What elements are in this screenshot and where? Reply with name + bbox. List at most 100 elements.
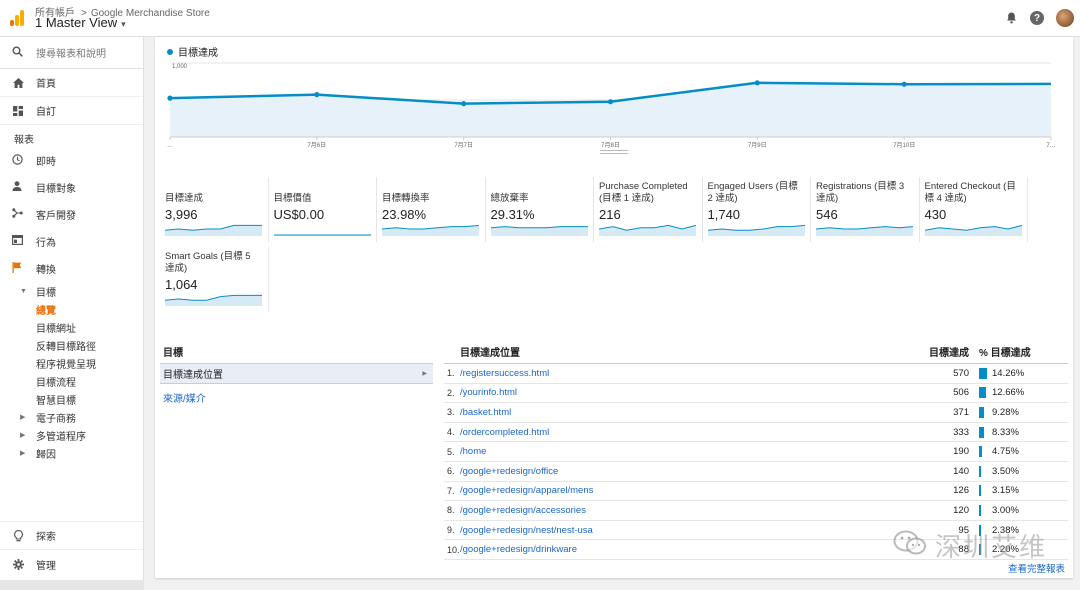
metric-value: 23.98% — [382, 207, 427, 222]
metric-tile[interactable]: 總放棄率 29.31% — [486, 177, 594, 242]
sidebar-goal-flow[interactable]: 目標流程 — [0, 372, 143, 390]
sidebar-item-goals[interactable]: ▼ 目標 — [0, 282, 143, 300]
pct-bar-fill — [979, 504, 981, 516]
sidebar-item-label: 電子商務 — [36, 413, 76, 425]
avatar[interactable] — [1056, 9, 1074, 27]
pct-bar-fill — [979, 367, 987, 379]
metric-tile[interactable]: Registrations (目標 3 達成) 546 — [811, 177, 920, 242]
pct-bar-fill — [979, 406, 985, 418]
help-icon[interactable]: ? — [1030, 11, 1044, 25]
metric-label: 目標轉換率 — [382, 193, 430, 204]
metric-tile[interactable]: Entered Checkout (目標 4 達成) 430 — [920, 177, 1028, 242]
view-selector[interactable]: 1 Master View ▾ — [35, 15, 126, 30]
metric-value: US$0.00 — [273, 207, 325, 222]
chart-point — [754, 80, 760, 86]
caret-down-icon: ▼ — [20, 287, 27, 295]
chart-point — [167, 95, 173, 101]
metric-tile[interactable]: 目標價值 US$0.00 — [269, 177, 377, 242]
caret-right-icon: ▶ — [422, 371, 427, 377]
sidebar-item-realtime[interactable]: 即時 — [0, 147, 143, 174]
metric-tile[interactable]: 目標轉換率 23.98% — [377, 177, 486, 242]
metric-value: 29.31% — [490, 207, 535, 222]
flag-icon — [12, 261, 24, 276]
row-page-link[interactable]: /basket.html — [460, 407, 904, 418]
sidebar-item-custom[interactable]: 自訂 — [0, 97, 143, 125]
caret-right-icon: ▶ — [20, 432, 26, 439]
acquisition-icon — [12, 208, 24, 221]
row-page-link[interactable]: /google+redesign/drinkware — [460, 544, 904, 555]
sparkline-area — [165, 225, 262, 236]
goal-completions-chart[interactable]: 1,000 500 …7月6日7月7日7月8日7月9日7月10日7… — [165, 61, 1056, 157]
pct-value: 12.66% — [992, 387, 1025, 399]
search-input[interactable]: 搜尋報表和說明 — [36, 45, 106, 60]
row-page-link[interactable]: /google+redesign/apparel/mens — [460, 485, 904, 496]
sidebar-item-audience[interactable]: 目標對象 — [0, 174, 143, 201]
metric-label: Purchase Completed (目標 1 達成) — [599, 181, 688, 204]
dimension-goal-location[interactable]: 目標達成位置 ▶ — [160, 364, 433, 384]
pct-bar — [979, 367, 987, 379]
dashboard-icon — [12, 105, 24, 117]
sidebar-item-label: 目標 — [36, 287, 56, 299]
col-goal-location[interactable]: 目標達成位置 — [444, 344, 904, 359]
sidebar-search[interactable]: 搜尋報表和說明 — [0, 37, 143, 69]
metric-sparkline — [490, 226, 588, 236]
chart-legend[interactable]: 目標達成 — [167, 44, 218, 59]
row-page-link[interactable]: /home — [460, 446, 904, 457]
sidebar-goal-overview[interactable]: 總覽 — [0, 300, 143, 318]
sidebar-item-ecommerce[interactable]: ▶ 電子商務 — [0, 408, 143, 426]
metric-tile[interactable]: Purchase Completed (目標 1 達成) 216 — [594, 177, 703, 242]
chart-resize-handle[interactable] — [600, 150, 628, 154]
table-row: 4. /ordercompleted.html 333 8.33% — [444, 423, 1068, 443]
col-goal-pct[interactable]: % 目標達成 — [969, 344, 1031, 359]
metric-value: 546 — [816, 207, 838, 222]
col-goal-completions[interactable]: 目標達成 — [904, 344, 969, 359]
sidebar-goal-urls[interactable]: 目標網址 — [0, 318, 143, 336]
row-page-link[interactable]: /google+redesign/nest/nest-usa — [460, 525, 904, 536]
sidebar-item-acquisition[interactable]: 客戶開發 — [0, 201, 143, 228]
pct-bar-fill — [979, 465, 981, 477]
pct-bar-fill — [979, 426, 984, 438]
sidebar-item-admin[interactable]: 管理 — [0, 549, 143, 579]
sidebar-item-multichannel[interactable]: ▶ 多管道程序 — [0, 426, 143, 444]
sidebar-item-conversions[interactable]: 轉換 — [0, 255, 143, 282]
row-page-link[interactable]: /google+redesign/accessories — [460, 505, 904, 516]
sidebar-item-behavior[interactable]: 行為 — [0, 228, 143, 255]
row-page-link[interactable]: /ordercompleted.html — [460, 427, 904, 438]
metric-tile[interactable]: Engaged Users (目標 2 達成) 1,740 — [703, 177, 811, 242]
x-tick-label: 7… — [1046, 143, 1055, 149]
sidebar-item-attribution[interactable]: ▶ 歸因 — [0, 444, 143, 462]
dimension-source-medium[interactable]: 來源/媒介 — [160, 384, 433, 411]
view-name: 1 Master View — [35, 15, 118, 30]
sidebar-scrollbar[interactable] — [0, 580, 144, 590]
sidebar-goal-funnel-viz[interactable]: 程序視覺呈現 — [0, 354, 143, 372]
row-page-link[interactable]: /google+redesign/office — [460, 466, 904, 477]
sidebar-item-label: 首頁 — [36, 79, 56, 90]
sidebar-item-label: 行為 — [36, 238, 56, 249]
row-page-link[interactable]: /yourinfo.html — [460, 387, 904, 398]
sidebar-item-home[interactable]: 首頁 — [0, 69, 143, 97]
metric-tile[interactable]: 目標達成 3,996 — [160, 177, 269, 242]
analytics-logo[interactable] — [10, 10, 24, 26]
window-icon — [12, 235, 24, 248]
sidebar-goal-reverse-path[interactable]: 反轉目標路徑 — [0, 336, 143, 354]
sidebar-item-label: 探索 — [36, 532, 56, 543]
pct-bar-fill — [979, 485, 981, 497]
table-row: 6. /google+redesign/office 140 3.50% — [444, 462, 1068, 482]
pct-value: 3.00% — [992, 504, 1019, 516]
chart-point — [314, 92, 320, 98]
metric-value: 430 — [924, 207, 947, 222]
sidebar-item-discover[interactable]: 探索 — [0, 521, 143, 549]
metric-tile[interactable]: Smart Goals (目標 5 達成) 1,064 — [160, 247, 269, 312]
home-icon — [12, 77, 24, 89]
row-index: 1. — [447, 368, 455, 379]
row-page-link[interactable]: /registersuccess.html — [460, 368, 904, 379]
pct-value: 3.15% — [992, 485, 1019, 497]
pct-bar — [979, 406, 987, 418]
sidebar-goal-smart[interactable]: 智慧目標 — [0, 390, 143, 408]
row-completions: 371 — [953, 406, 969, 418]
top-bar: 所有帳戶 > Google Merchandise Store 1 Master V… — [0, 0, 1080, 37]
sidebar-item-label: 歸因 — [36, 449, 56, 461]
sidebar: 搜尋報表和說明 首頁 自訂 報表 即時 目標對象 客戶開發 行為 轉換 ▼ 目標… — [0, 37, 144, 590]
lightbulb-icon — [12, 529, 24, 542]
bell-icon[interactable] — [1004, 11, 1018, 25]
